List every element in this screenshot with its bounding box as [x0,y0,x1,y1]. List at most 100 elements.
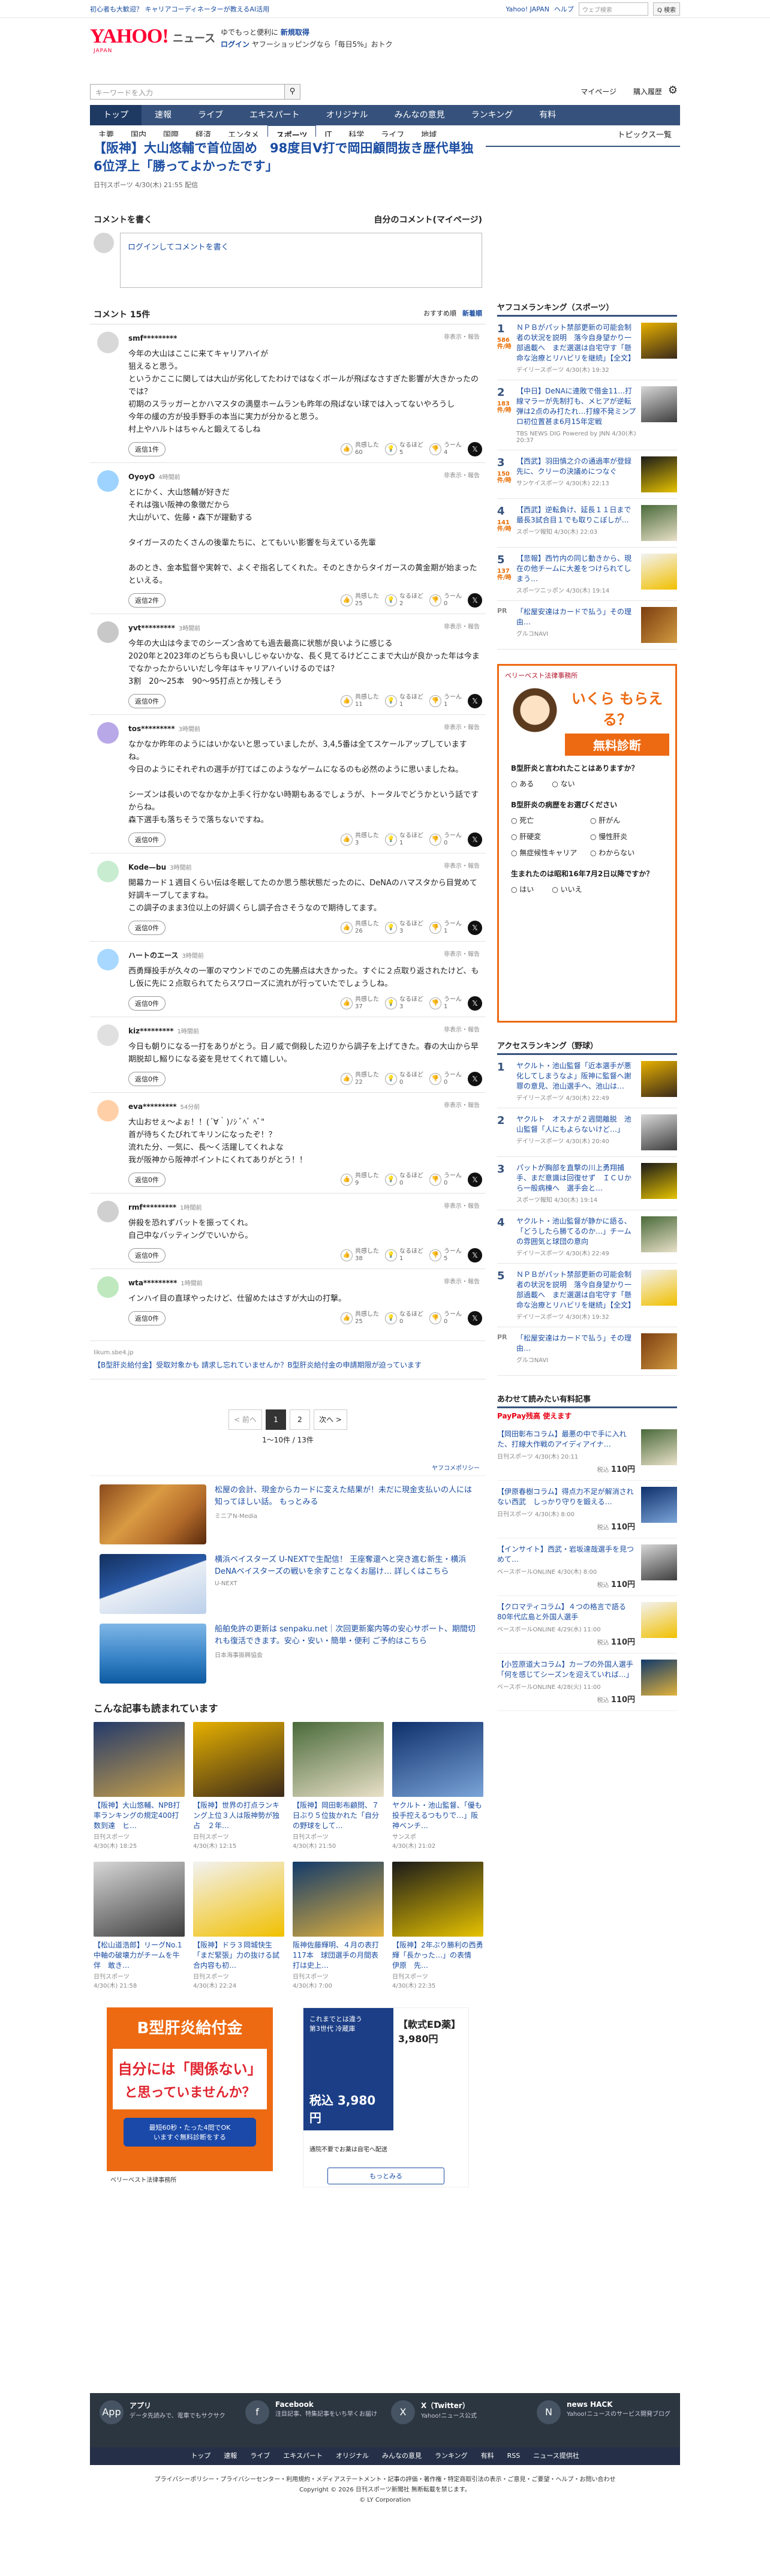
avatar[interactable] [97,332,119,353]
footer-social-item[interactable]: App アプリ データ先読みで、電車でもサクサク [100,2400,233,2440]
pr-title[interactable]: 「松屋安達はカードで払う」その理由… [516,1333,636,1354]
comment-author[interactable]: ハートのエース [128,951,178,960]
avatar[interactable] [97,621,119,643]
report-link[interactable]: 非表示・報告 [444,621,480,630]
vote-button[interactable]: 👎 うーん 0 [429,1072,462,1086]
reply-button[interactable]: 返信2件 [128,593,166,608]
comment-author[interactable]: Kode—bu [128,863,166,871]
related-title[interactable]: 【阪神】岡田彰布顧問、７日ぶり５位抜かれた「自分の野球をして… [293,1801,384,1832]
footer-nav-link[interactable]: 有料 [481,2447,494,2465]
vote-button[interactable]: 👎 うーん 1 [429,921,462,935]
footer-nav-link[interactable]: トップ [191,2447,210,2465]
ad-title[interactable]: 船舶免許の更新は senpaku.net｜次回更新案内等の安心サポート、期間切れ… [215,1624,476,1648]
vote-button[interactable]: 💡 なるほど 1 [385,832,423,847]
related-card[interactable]: 【松山道浩郎】リーグNo.1中軸の破壊力がチームを牛伴 敢き… 日刊スポーツ 4/3… [94,1862,185,1989]
vote-button[interactable]: 👎 うーん 0 [429,1311,462,1325]
paid-article-item[interactable]: 【岡田彰布コラム】最悪の中で手に入れた、打線大作戦のアイディアイナ… 日刊スポーツ… [497,1423,677,1481]
report-link[interactable]: 非表示・報告 [444,1201,480,1210]
vote-button[interactable]: 👍 共感した 25 [341,593,379,608]
avatar[interactable] [97,1201,119,1222]
vote-button[interactable]: 👍 共感した 22 [341,1072,379,1086]
comment-author[interactable]: eva********* [128,1102,177,1111]
vote-button[interactable]: 👎 うーん 4 [429,442,462,456]
ranking-item[interactable]: 1 586件/時 ＮＰＢがパット禁部更新の可能会制者の状況を説明 落今自身望かり一部… [497,317,677,380]
related-card[interactable]: 【阪神】大山悠輔、NPB打率ランキングの規定400打数到達 ヒ… 日刊スポーツ 4/… [94,1722,185,1850]
ranking-title[interactable]: 【中日】DeNAに連敗で借金11…打線マラーが先制打も、メヒアが逆転弾は2点のみ… [516,386,636,427]
ad-title[interactable]: 松屋の会計、現金からカードに変えた結果が！未だに現金支払いの人には知ってほしい話… [215,1484,476,1508]
ad-item[interactable]: 松屋の会計、現金からカードに変えた結果が！未だに現金支払いの人には知ってほしい話… [90,1480,486,1549]
my-comments-link[interactable]: 自分のコメント(マイページ) [374,214,482,226]
paid-title[interactable]: 【伊原春樹コラム】得点力不足が解消されない西武 しっかり守りを鍛える… [497,1487,635,1507]
ranking-item[interactable]: 3 パットが胸部を直撃の川上勇翔捕手、まだ意識は回復せず ＩＣＵから一般病棟へ 選… [497,1157,677,1210]
footer-nav-link[interactable]: ライブ [250,2447,270,2465]
ranking-title[interactable]: ヤクルト・池山監督が静かに語る、「どうしたら勝てるのか…」チームの雰囲気と球団の… [516,1216,636,1247]
vote-button[interactable]: 💡 なるほど 1 [385,694,423,708]
related-card[interactable]: 阪神佐藤輝明、４月の表打117本 球団選手の月間表打は史上… 日刊スポーツ 4/30… [293,1862,384,1989]
comment-author[interactable]: wta********* [128,1279,177,1287]
avatar[interactable] [97,1276,119,1298]
related-title[interactable]: 阪神佐藤輝明、４月の表打117本 球団選手の月間表打は史上… [293,1940,384,1971]
vote-button[interactable]: 👎 うーん 5 [429,1248,462,1263]
footer-social-item[interactable]: Nnews HACK Yahoo!ニュースのサービス開発ブログ [537,2400,670,2440]
footer-social-item[interactable]: f Facebook 注目記事、特集記事をいち早くお届け [245,2400,379,2440]
report-link[interactable]: 非表示・報告 [444,861,480,870]
reply-button[interactable]: 返信0件 [128,996,166,1011]
report-link[interactable]: 非表示・報告 [444,1276,480,1285]
paid-article-item[interactable]: 【インサイト】西武・岩坂達哉選手を見つめて… ベースボールONLINE 4/30(… [497,1538,677,1596]
policy-link[interactable]: ヤフコメポリシー [90,1445,486,1475]
footer-nav-link[interactable]: エキスパート [283,2447,323,2465]
avatar[interactable] [97,861,119,882]
x-share-icon[interactable]: 𝕏 [468,996,482,1011]
paid-article-item[interactable]: 【伊原春樹コラム】得点力不足が解消されない西武 しっかり守りを鍛える… 日刊スポー… [497,1481,677,1538]
quiz-q2-option[interactable]: ○ 死亡 [511,815,584,825]
vote-button[interactable]: 💡 なるほど 0 [385,1072,423,1086]
x-share-icon[interactable]: 𝕏 [468,1311,482,1325]
avatar[interactable] [97,470,119,492]
reply-button[interactable]: 返信0件 [128,1248,166,1263]
related-title[interactable]: 【阪神】2年ぶり勝利の西勇輝「長かった…」の表情 伊原 先… [392,1940,483,1971]
vote-button[interactable]: 👍 共感した 60 [341,442,379,456]
footer-nav-link[interactable]: RSS [507,2447,521,2465]
related-card[interactable]: 【阪神】世界の打点ランキング上位３人は阪神勢が独占 ２年… 日刊スポーツ 4/30(… [193,1722,284,1850]
page-1-button[interactable]: 1 [266,1409,286,1430]
related-title[interactable]: 【阪神】ドラ３岡城快生「まだ緊張」力の抜ける試合内容も初… [193,1940,284,1971]
article-title[interactable]: 【阪神】大山悠輔で首位固め 98度目V打で岡田顧問抜き歴代単独6位浮上「勝ってよ… [90,137,486,178]
ranking-title[interactable]: 【西武】逆転負け、延長１１日まで最長3試合目１でも取りこぼしが… [516,505,636,525]
ad-item[interactable]: 船舶免許の更新は senpaku.net｜次回更新案内等の安心サポート、期間切れ… [90,1619,486,1688]
x-share-icon[interactable]: 𝕏 [468,832,482,847]
reply-button[interactable]: 返信0件 [128,1072,166,1086]
avatar[interactable] [97,1100,119,1122]
comment-author[interactable]: tos********* [128,725,175,733]
related-title[interactable]: 【松山道浩郎】リーグNo.1中軸の破壊力がチームを牛伴 敢き… [94,1940,185,1971]
footer-social-title[interactable]: X（Twitter） [421,2400,477,2410]
paid-title[interactable]: 【岡田彰布コラム】最悪の中で手に入れた、打線大作戦のアイディアイナ… [497,1429,635,1450]
x-share-icon[interactable]: 𝕏 [468,921,482,935]
quiz-q1-option[interactable]: ○ ない [552,778,575,789]
reply-button[interactable]: 返信0件 [128,1311,166,1325]
ranking-title[interactable]: ヤクルト オスナが２週間離脱 池山監督「人にもよらないけど…」 [516,1114,636,1135]
ranking-title[interactable]: ＮＰＢがパット禁部更新の可能会制者の状況を説明 落今自身望かり一部過載へ まだ選… [516,323,636,363]
reply-button[interactable]: 返信0件 [128,832,166,847]
x-share-icon[interactable]: 𝕏 [468,1248,482,1263]
vote-button[interactable]: 💡 なるほど 2 [385,593,423,608]
x-share-icon[interactable]: 𝕏 [468,593,482,608]
pr-title[interactable]: 「松屋安達はカードで払う」その理由… [516,607,636,627]
footer-social-item[interactable]: X X（Twitter） Yahoo!ニュース公式 [391,2400,525,2440]
comment-author[interactable]: rmf********* [128,1203,176,1212]
footer-nav-link[interactable]: ニュース提供社 [533,2447,579,2465]
vote-button[interactable]: 💡 なるほど 0 [385,1173,423,1187]
avatar[interactable] [97,1024,119,1046]
vote-button[interactable]: 👍 共感した 3 [341,832,379,847]
ranking-title[interactable]: パットが胸部を直撃の川上勇翔捕手、まだ意識は回復せず ＩＣＵから一般病棟へ 選手… [516,1163,636,1194]
reply-button[interactable]: 返信0件 [128,694,166,708]
paid-title[interactable]: 【小笠原道大コラム】カープの外国人選手「何を感じてシーズンを迎えていれば…」 [497,1660,635,1680]
avatar[interactable] [97,722,119,744]
vote-button[interactable]: 👍 共感した 26 [341,921,379,935]
quiz-q2-option[interactable]: ○ 慢性肝炎 [590,831,663,841]
quiz-q2-option[interactable]: ○ 肝硬変 [511,831,584,841]
vote-button[interactable]: 💡 なるほど 3 [385,921,423,935]
paid-article-item[interactable]: 【クロマティコラム】４つの格言で語る80年代広島と外国人選手 ベースボールONLI… [497,1596,677,1654]
vote-button[interactable]: 💡 なるほど 3 [385,996,423,1011]
paid-title[interactable]: 【インサイト】西武・岩坂達哉選手を見つめて… [497,1544,635,1565]
x-share-icon[interactable]: 𝕏 [468,1072,482,1086]
